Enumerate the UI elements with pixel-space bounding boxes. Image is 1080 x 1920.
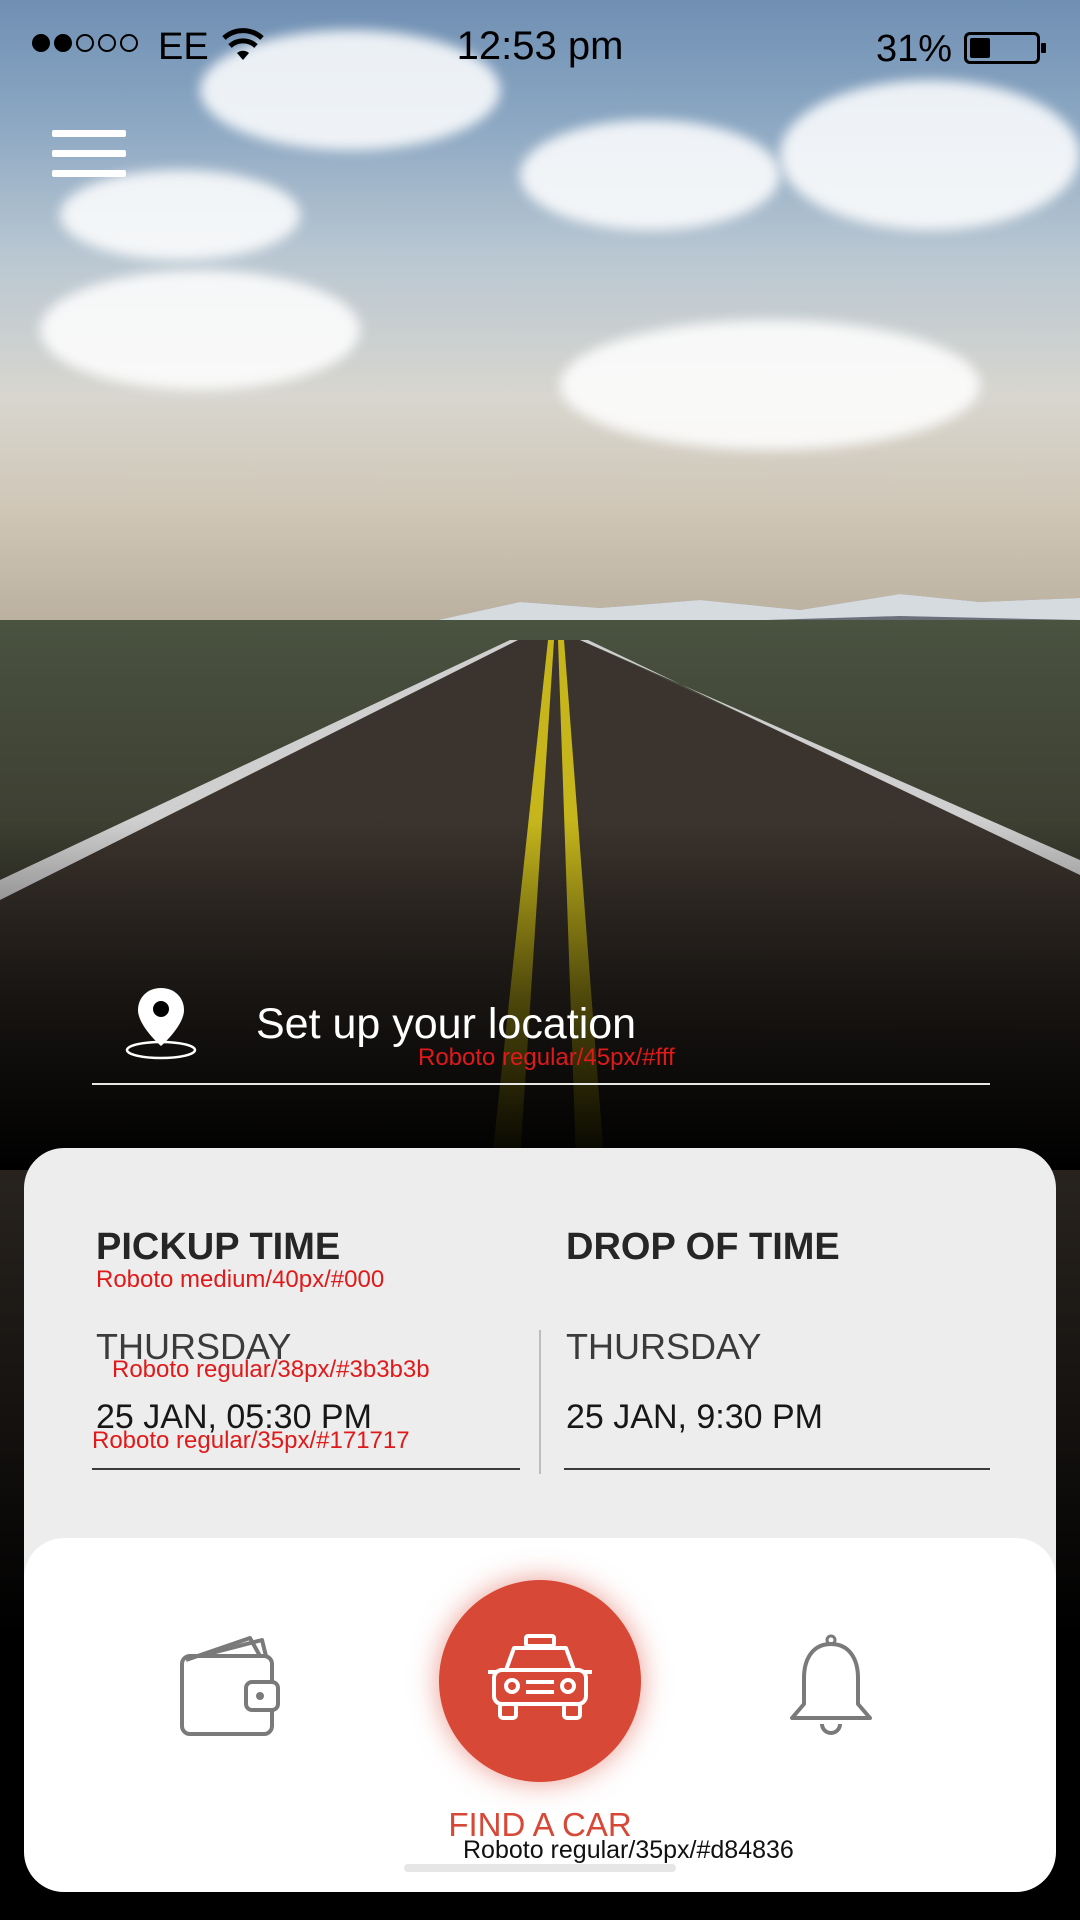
cloud [780,80,1080,230]
dropoff-underline [564,1468,990,1470]
status-bar: EE 12:53 pm 31% [0,0,1080,96]
location-underline [92,1083,990,1085]
pickup-datetime-spec: Roboto regular/35px/#171717 [92,1427,410,1454]
location-spec-note: Roboto regular/45px/#fff [418,1044,675,1071]
location-input[interactable]: Set up your location [256,1000,636,1049]
location-pin-icon[interactable] [122,984,200,1060]
battery-percent: 31% [876,28,953,70]
cloud [560,320,980,450]
wallet-icon[interactable] [178,1632,282,1738]
home-indicator [404,1864,676,1872]
pickup-day-spec: Roboto regular/38px/#3b3b3b [112,1356,430,1383]
dropoff-datetime[interactable]: 25 JAN, 9:30 PM [566,1398,823,1437]
cloud [40,270,360,390]
menu-bar [52,130,126,137]
cloud [520,120,780,230]
pickup-title: PICKUP TIME [96,1226,341,1268]
pickup-title-spec: Roboto medium/40px/#000 [96,1266,385,1293]
battery-level [970,38,990,58]
dropoff-title: DROP OF TIME [566,1226,840,1268]
column-divider [539,1330,541,1474]
dropoff-day[interactable]: THURSDAY [566,1326,761,1368]
menu-bar [52,150,126,157]
car-icon [488,1634,592,1720]
pickup-underline [92,1468,520,1470]
menu-bar [52,170,126,177]
find-car-spec: Roboto regular/35px/#d84836 [463,1836,794,1864]
battery-icon [964,32,1046,64]
bell-icon[interactable] [788,1634,874,1736]
hamburger-menu-icon[interactable] [52,130,126,186]
